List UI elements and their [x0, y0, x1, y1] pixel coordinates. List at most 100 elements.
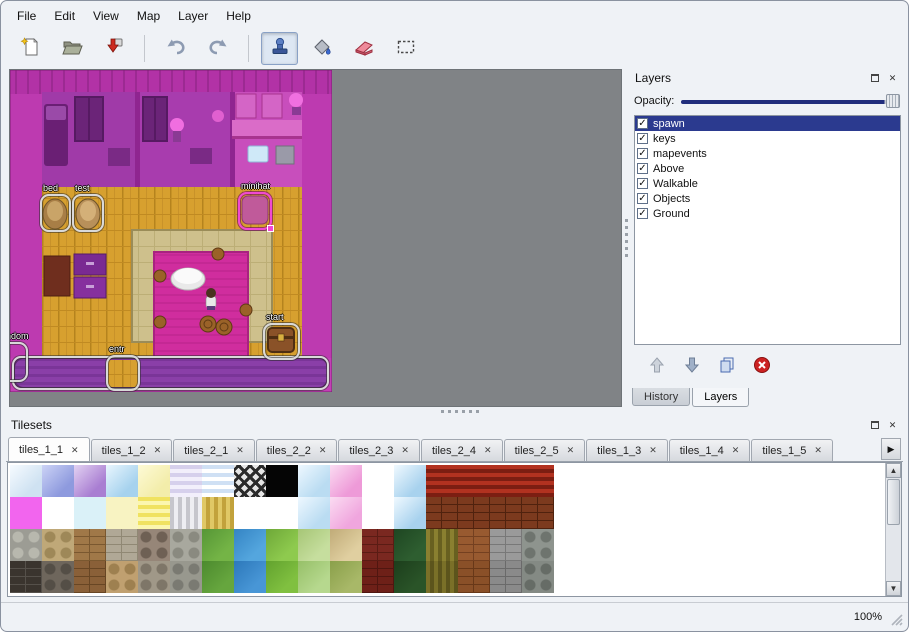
tab-layers[interactable]: Layers [692, 388, 749, 407]
tile[interactable] [10, 497, 42, 529]
tile[interactable] [458, 497, 490, 529]
layer-row-Ground[interactable]: ✓Ground [635, 206, 900, 221]
tile[interactable] [394, 529, 426, 561]
undo-button[interactable] [157, 32, 194, 65]
map-view[interactable]: bedtestminihatstartandomentr [9, 69, 622, 407]
tile[interactable] [106, 465, 138, 497]
tab-close-icon[interactable]: ✕ [71, 445, 79, 456]
tile[interactable] [10, 465, 42, 497]
map-object-andom[interactable]: andom [9, 342, 28, 382]
tile[interactable] [74, 497, 106, 529]
scroll-down-button[interactable]: ▼ [886, 581, 901, 596]
tile[interactable] [170, 561, 202, 593]
rect-select-button[interactable] [387, 32, 424, 65]
tile[interactable] [330, 561, 362, 593]
tile[interactable] [362, 465, 394, 497]
tile[interactable] [522, 561, 554, 593]
opacity-slider-handle[interactable] [886, 94, 900, 108]
tile[interactable] [266, 465, 298, 497]
tile[interactable] [74, 529, 106, 561]
tile[interactable] [362, 497, 394, 529]
tile[interactable] [490, 561, 522, 593]
open-button[interactable] [53, 32, 90, 65]
float-panel-button[interactable] [867, 71, 882, 86]
tileset-tab-tiles_1_1[interactable]: tiles_1_1✕ [8, 437, 90, 461]
tile[interactable] [106, 529, 138, 561]
save-button[interactable] [95, 32, 132, 65]
tile[interactable] [458, 561, 490, 593]
tile[interactable] [234, 561, 266, 593]
tile[interactable] [266, 561, 298, 593]
menu-file[interactable]: File [9, 7, 44, 25]
tile[interactable] [42, 561, 74, 593]
tile[interactable] [490, 465, 522, 497]
tileset-tab-tiles_1_5[interactable]: tiles_1_5✕ [751, 439, 833, 461]
map-object-start[interactable]: start [263, 323, 300, 360]
menu-map[interactable]: Map [129, 7, 168, 25]
tile[interactable] [490, 529, 522, 561]
layer-row-Above[interactable]: ✓Above [635, 161, 900, 176]
tile[interactable] [202, 529, 234, 561]
tile[interactable] [42, 465, 74, 497]
tileset-view[interactable]: ▲ ▼ [7, 462, 902, 597]
layer-row-Objects[interactable]: ✓Objects [635, 191, 900, 206]
tile[interactable] [458, 529, 490, 561]
tile[interactable] [426, 561, 458, 593]
map-object-bed[interactable]: bed [40, 194, 71, 232]
menu-view[interactable]: View [85, 7, 127, 25]
tile[interactable] [362, 529, 394, 561]
tile[interactable] [202, 561, 234, 593]
scroll-up-button[interactable]: ▲ [886, 463, 901, 478]
layer-visibility-checkbox[interactable]: ✓ [637, 178, 648, 189]
tile[interactable] [106, 561, 138, 593]
tile[interactable] [490, 497, 522, 529]
layer-row-keys[interactable]: ✓keys [635, 131, 900, 146]
tile[interactable] [266, 529, 298, 561]
layer-visibility-checkbox[interactable]: ✓ [637, 133, 648, 144]
tile[interactable] [522, 497, 554, 529]
layer-row-spawn[interactable]: ✓spawn [635, 116, 900, 131]
tile[interactable] [138, 529, 170, 561]
opacity-slider-track[interactable] [681, 100, 900, 104]
tab-close-icon[interactable]: ✕ [319, 445, 327, 456]
tile[interactable] [138, 561, 170, 593]
tileset-tab-tiles_1_4[interactable]: tiles_1_4✕ [669, 439, 751, 461]
tile[interactable] [74, 561, 106, 593]
tileset-tab-tiles_2_1[interactable]: tiles_2_1✕ [173, 439, 255, 461]
tileset-tab-tiles_2_5[interactable]: tiles_2_5✕ [504, 439, 586, 461]
tile[interactable] [202, 465, 234, 497]
tile[interactable] [74, 465, 106, 497]
tile[interactable] [522, 529, 554, 561]
tile[interactable] [10, 529, 42, 561]
tile[interactable] [394, 497, 426, 529]
tile[interactable] [298, 529, 330, 561]
tab-close-icon[interactable]: ✕ [484, 445, 492, 456]
close-panel-button[interactable]: ✕ [885, 71, 900, 86]
layer-visibility-checkbox[interactable]: ✓ [637, 208, 648, 219]
tab-close-icon[interactable]: ✕ [154, 445, 162, 456]
tab-scroll-right-button[interactable]: ▶ [881, 438, 901, 460]
tile[interactable] [426, 529, 458, 561]
tile[interactable] [330, 529, 362, 561]
tile[interactable] [298, 465, 330, 497]
map-object-entr[interactable]: entr [106, 355, 140, 391]
tileset-tab-tiles_1_2[interactable]: tiles_1_2✕ [91, 439, 173, 461]
stamp-tool-button[interactable] [261, 32, 298, 65]
lower-layer-button[interactable] [681, 355, 703, 377]
duplicate-layer-button[interactable] [716, 355, 738, 377]
menu-help[interactable]: Help [218, 7, 259, 25]
layer-visibility-checkbox[interactable]: ✓ [637, 148, 648, 159]
opacity-slider[interactable] [681, 93, 901, 109]
tileset-tab-tiles_2_3[interactable]: tiles_2_3✕ [338, 439, 420, 461]
layer-visibility-checkbox[interactable]: ✓ [637, 163, 648, 174]
tile[interactable] [330, 465, 362, 497]
tile[interactable] [458, 465, 490, 497]
tile[interactable] [426, 465, 458, 497]
tab-close-icon[interactable]: ✕ [401, 445, 409, 456]
tile[interactable] [234, 529, 266, 561]
eraser-button[interactable] [345, 32, 382, 65]
delete-layer-button[interactable] [751, 355, 773, 377]
tile[interactable] [138, 465, 170, 497]
menu-edit[interactable]: Edit [46, 7, 83, 25]
resize-grip[interactable] [890, 613, 904, 627]
